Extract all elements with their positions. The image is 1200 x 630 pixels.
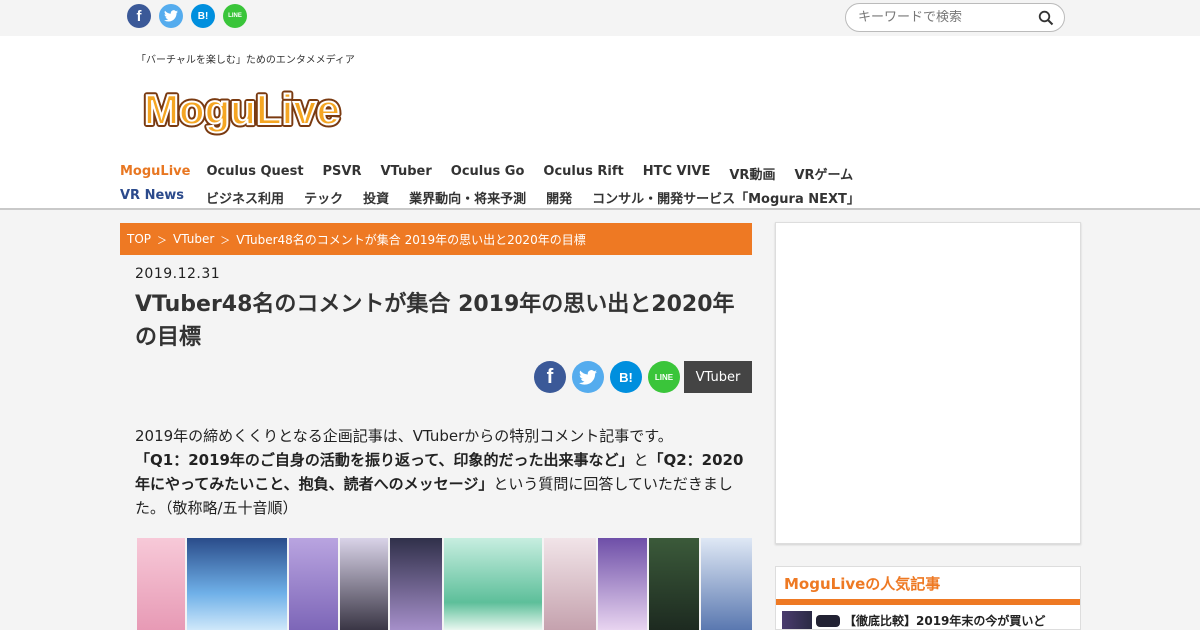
nav-item-development[interactable]: 開発 (546, 188, 572, 207)
vtuber-collage-image (137, 538, 752, 630)
nav-label-vr-news[interactable]: VR News (120, 188, 184, 207)
nav-item-psvr[interactable]: PSVR (323, 164, 362, 183)
nav-item-vtuber[interactable]: VTuber (381, 164, 432, 183)
site-tagline: 「バーチャルを楽しむ」ためのエンタメメディア (136, 55, 355, 66)
popular-articles: MoguLiveの人気記事 【徹底比較】2019年末の今が買いど (775, 566, 1081, 630)
breadcrumb-separator: ＞ (220, 235, 231, 247)
nav-item-oculus-quest[interactable]: Oculus Quest (206, 164, 303, 183)
nav-item-oculus-rift[interactable]: Oculus Rift (543, 164, 623, 183)
line-icon[interactable]: LINE (223, 4, 247, 28)
collage-tile (649, 538, 700, 630)
twitter-icon[interactable] (159, 4, 183, 28)
breadcrumb-top[interactable]: TOP (127, 232, 151, 246)
question-1: 「Q1：2019年のご自身の活動を振り返って、印象的だった出来事など」 (135, 451, 634, 469)
search-box (845, 3, 1065, 32)
sidebar-ad-slot (775, 222, 1081, 544)
category-tag[interactable]: VTuber (684, 361, 752, 393)
mogulive-logo[interactable]: MoguLive MoguLive (138, 76, 360, 142)
facebook-share-icon[interactable]: f (534, 361, 566, 393)
nav-item-mogura-next[interactable]: コンサル・開発サービス「Mogura NEXT」 (592, 188, 860, 207)
collage-tile (597, 538, 648, 630)
search-input[interactable] (858, 10, 1028, 25)
intro-line-1: 2019年の締めくくりとなる企画記事は、VTuberからの特別コメント記事です。 (135, 427, 673, 445)
social-links: f B! LINE (127, 4, 247, 28)
popular-articles-title: MoguLiveの人気記事 (784, 575, 941, 593)
collage-tile (701, 538, 752, 630)
nav-item-investment[interactable]: 投資 (363, 188, 389, 207)
collage-tile (543, 538, 596, 630)
hatena-share-icon[interactable]: B! (610, 361, 642, 393)
nav-row-vrnews: VR News ビジネス利用 テック 投資 業界動向・将来予測 開発 コンサル・… (120, 188, 860, 207)
breadcrumb: TOP ＞ VTuber ＞ VTuber48名のコメントが集合 2019年の思… (120, 223, 752, 255)
collage-tile (444, 538, 542, 630)
collage-tile (340, 538, 389, 630)
top-bar: f B! LINE (0, 0, 1200, 36)
popular-item-title[interactable]: 【徹底比較】2019年末の今が買いど (844, 612, 1045, 629)
nav-item-oculus-go[interactable]: Oculus Go (451, 164, 525, 183)
article-intro: 2019年の締めくくりとなる企画記事は、VTuberからの特別コメント記事です。… (135, 424, 752, 520)
line-share-icon[interactable]: LINE (648, 361, 680, 393)
article-date: 2019.12.31 (135, 266, 221, 282)
facebook-icon[interactable]: f (127, 4, 151, 28)
headset-thumbnail (816, 615, 840, 627)
twitter-share-icon[interactable] (572, 361, 604, 393)
nav-item-vr-video[interactable]: VR動画 (729, 164, 775, 183)
nav-item-htc-vive[interactable]: HTC VIVE (643, 164, 711, 183)
nav-item-business[interactable]: ビジネス利用 (206, 188, 284, 207)
nav-label-mogulive[interactable]: MoguLive (120, 164, 190, 183)
collage-tile (137, 538, 185, 630)
nav-item-vr-game[interactable]: VRゲーム (794, 164, 853, 183)
collage-tile (288, 538, 339, 630)
popular-thumbnail[interactable] (782, 611, 812, 629)
nav-row-mogulive: MoguLive Oculus Quest PSVR VTuber Oculus… (120, 164, 853, 183)
hatena-bookmark-icon[interactable]: B! (191, 4, 215, 28)
nav-item-industry[interactable]: 業界動向・将来予測 (409, 188, 526, 207)
intro-and: と (633, 451, 649, 469)
breadcrumb-separator: ＞ (157, 235, 168, 247)
share-buttons: f B! LINE (534, 361, 680, 393)
popular-divider (776, 599, 1080, 605)
site-header: 「バーチャルを楽しむ」ためのエンタメメディア MoguLive MoguLive… (0, 36, 1200, 210)
logo-text: MoguLive (144, 86, 340, 133)
breadcrumb-current: VTuber48名のコメントが集合 2019年の思い出と2020年の目標 (236, 232, 586, 247)
collage-tile (390, 538, 443, 630)
search-icon[interactable] (1038, 10, 1054, 26)
breadcrumb-vtuber[interactable]: VTuber (173, 232, 214, 246)
article-title: VTuber48名のコメントが集合 2019年の思い出と2020年の目標 (135, 292, 735, 350)
nav-item-tech[interactable]: テック (304, 188, 343, 207)
collage-tile (186, 538, 287, 630)
